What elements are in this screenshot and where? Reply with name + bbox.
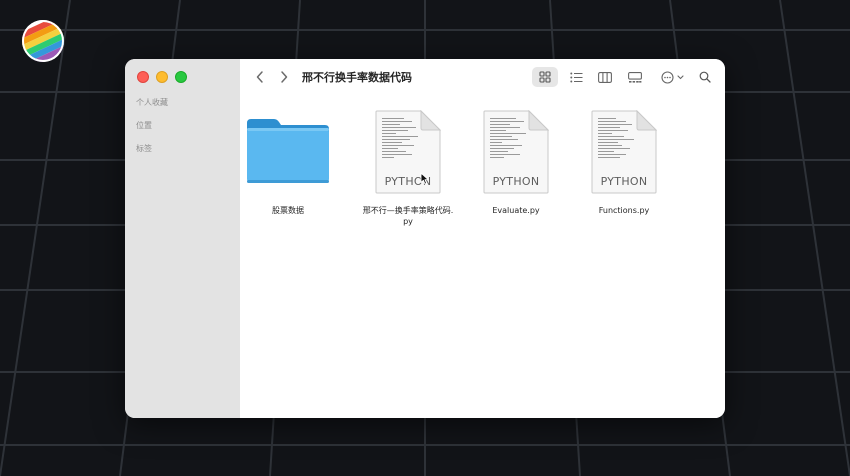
code-preview xyxy=(490,118,530,160)
file-type-badge: PYTHON xyxy=(492,175,540,188)
gallery-view-icon xyxy=(628,71,642,83)
code-preview xyxy=(382,118,422,160)
list-view-button[interactable] xyxy=(565,67,587,87)
file-item-folder[interactable]: 股票数据 xyxy=(238,109,338,216)
more-icon xyxy=(661,70,684,84)
mouse-cursor xyxy=(420,172,429,185)
column-view-icon xyxy=(598,71,612,83)
python-file-icon: PYTHON xyxy=(591,110,657,194)
app-logo xyxy=(22,20,64,62)
file-name: Functions.py xyxy=(598,206,650,215)
file-item-python[interactable]: PYTHON 邢不行—换手率策略代码.py xyxy=(358,109,458,227)
file-thumbnail: PYTHON xyxy=(466,109,566,199)
back-button[interactable] xyxy=(252,67,268,87)
zoom-button[interactable] xyxy=(175,71,187,83)
file-browser: 股票数据 PYTHON 邢不行—换手率策略代码.py PYTHON Evalua… xyxy=(240,95,725,418)
file-name: 邢不行—换手率策略代码.py xyxy=(362,206,454,226)
finder-window: 个人收藏 位置 标签 邢不行换手率数据代码 股票数据 PYTHON 邢不行—换手… xyxy=(125,59,725,418)
file-type-badge: PYTHON xyxy=(384,175,432,188)
minimize-button[interactable] xyxy=(156,71,168,83)
sidebar-section-tags[interactable]: 标签 xyxy=(136,143,152,154)
sidebar: 个人收藏 位置 标签 xyxy=(125,59,241,418)
folder-icon xyxy=(247,119,329,183)
window-title: 邢不行换手率数据代码 xyxy=(302,71,412,84)
file-thumbnail: PYTHON xyxy=(574,109,674,199)
file-type-badge: PYTHON xyxy=(600,175,648,188)
file-item-python[interactable]: PYTHON Evaluate.py xyxy=(466,109,566,216)
sidebar-section-locations[interactable]: 位置 xyxy=(136,120,152,131)
icon-view-button[interactable] xyxy=(532,67,558,87)
folder-thumbnail xyxy=(238,109,338,199)
sidebar-section-favorites[interactable]: 个人收藏 xyxy=(136,97,168,108)
file-name: Evaluate.py xyxy=(492,206,540,215)
forward-button[interactable] xyxy=(276,67,292,87)
toolbar: 邢不行换手率数据代码 xyxy=(240,59,725,95)
code-preview xyxy=(598,118,638,160)
window-controls xyxy=(137,71,187,83)
python-file-icon: PYTHON xyxy=(375,110,441,194)
list-view-icon xyxy=(569,72,582,82)
search-icon xyxy=(699,71,711,83)
close-button[interactable] xyxy=(137,71,149,83)
gallery-view-button[interactable] xyxy=(624,67,646,87)
file-thumbnail: PYTHON xyxy=(358,109,458,199)
python-file-icon: PYTHON xyxy=(483,110,549,194)
search-button[interactable] xyxy=(696,67,714,87)
file-item-python[interactable]: PYTHON Functions.py xyxy=(574,109,674,216)
chevron-left-icon xyxy=(256,71,263,83)
grid-view-icon xyxy=(539,71,551,83)
more-actions-button[interactable] xyxy=(658,67,690,87)
column-view-button[interactable] xyxy=(594,67,616,87)
file-name: 股票数据 xyxy=(272,206,304,215)
chevron-right-icon xyxy=(281,71,288,83)
